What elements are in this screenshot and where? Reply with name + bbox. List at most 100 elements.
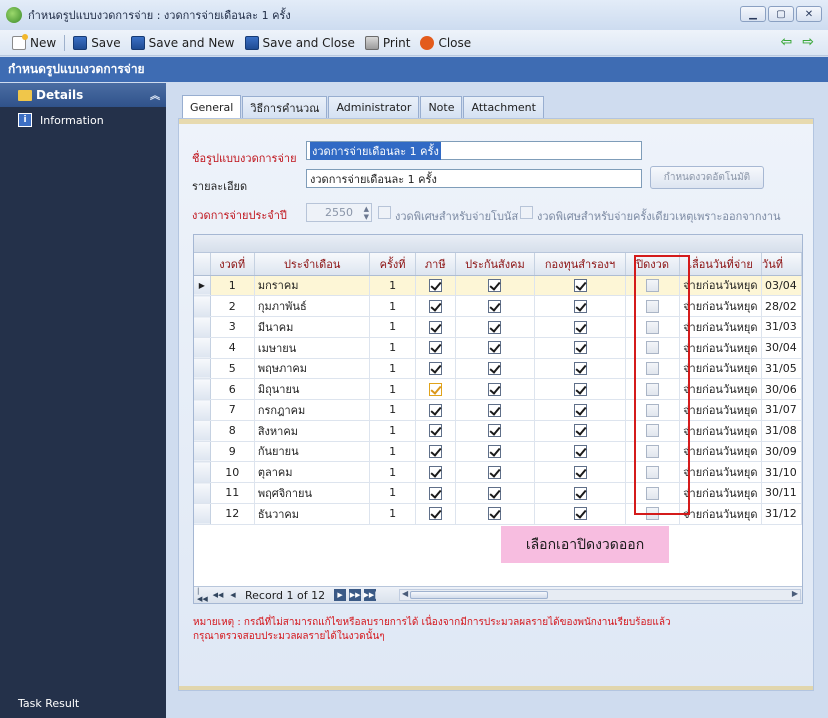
column-header[interactable]: ภาษี [415,253,456,276]
provident-fund-checkbox[interactable] [573,320,587,334]
table-row[interactable]: 2 กุมภาพันธ์ 1 จ่ายก่อนวันหยุด 28/02 [194,295,802,317]
provident-fund-checkbox[interactable] [573,403,587,417]
cell-times[interactable]: 1 [369,399,416,421]
provident-fund-checkbox[interactable] [573,445,587,459]
tab-attachment[interactable]: Attachment [463,96,544,118]
social-security-checkbox[interactable] [488,299,502,313]
cell-social-security[interactable] [455,316,536,338]
cell-social-security[interactable] [455,399,536,421]
cell-period-no[interactable]: 6 [210,378,255,400]
description-input[interactable]: งวดการจ่ายเดือนละ 1 ครั้ง [306,169,642,188]
cell-shift-pay-date[interactable]: จ่ายก่อนวันหยุด [679,441,763,463]
cell-shift-pay-date[interactable]: จ่ายก่อนวันหยุด [679,358,763,380]
cell-tax[interactable] [415,337,456,359]
cell-tax[interactable] [415,420,456,442]
sidebar-section-details[interactable]: Details ︽ [0,83,166,107]
table-row[interactable]: ▶ 1 มกราคม 1 จ่ายก่อนวันหยุด 03/04 [194,275,802,297]
cell-shift-pay-date[interactable]: จ่ายก่อนวันหยุด [679,482,763,504]
cell-tax[interactable] [415,461,456,483]
cell-social-security[interactable] [455,482,536,504]
cell-month[interactable]: พฤษภาคม [254,358,371,380]
column-header[interactable]: กองทุนสำรองฯ [534,253,627,276]
column-header[interactable]: ประจำเดือน [254,253,371,276]
tax-checkbox[interactable] [428,362,442,376]
table-row[interactable]: 8 สิงหาคม 1 จ่ายก่อนวันหยุด 31/08 [194,420,802,442]
tax-checkbox[interactable] [428,486,442,500]
save-and-new-button[interactable]: Save and New [130,32,235,54]
cell-tax[interactable] [415,482,456,504]
provident-fund-checkbox[interactable] [573,299,587,313]
column-header[interactable]: งวดที่ [210,253,255,276]
cell-times[interactable]: 1 [369,316,416,338]
tab-general[interactable]: General [182,95,242,119]
cell-social-security[interactable] [455,337,536,359]
cell-period-no[interactable]: 8 [210,420,255,442]
cell-social-security[interactable] [455,420,536,442]
cell-month[interactable]: พฤศจิกายน [254,482,371,504]
cell-provident-fund[interactable] [534,482,627,504]
cell-times[interactable]: 1 [369,358,416,380]
cell-tax[interactable] [415,295,456,317]
provident-fund-checkbox[interactable] [573,341,587,355]
cell-tax[interactable] [415,503,456,525]
cell-period-no[interactable]: 12 [210,503,255,525]
cell-period-no[interactable]: 1 [210,275,255,297]
cell-shift-pay-date[interactable]: จ่ายก่อนวันหยุด [679,316,763,338]
cell-provident-fund[interactable] [534,316,627,338]
cell-shift-pay-date[interactable]: จ่ายก่อนวันหยุด [679,337,763,359]
last-record-icon[interactable]: ▶▶| [364,589,377,601]
social-security-checkbox[interactable] [488,445,502,459]
cell-shift-pay-date[interactable]: จ่ายก่อนวันหยุด [679,503,763,525]
cell-social-security[interactable] [455,358,536,380]
cell-provident-fund[interactable] [534,275,627,297]
social-security-checkbox[interactable] [488,465,502,479]
table-row[interactable]: 5 พฤษภาคม 1 จ่ายก่อนวันหยุด 31/05 [194,358,802,380]
cell-date[interactable]: 28/02 [761,295,802,317]
name-input[interactable]: งวดการจ่ายเดือนละ 1 ครั้ง [306,141,642,160]
column-header[interactable]: วันที่ [761,253,802,276]
provident-fund-checkbox[interactable] [573,382,587,396]
table-row[interactable]: 3 มีนาคม 1 จ่ายก่อนวันหยุด 31/03 [194,316,802,338]
table-row[interactable]: 9 กันยายน 1 จ่ายก่อนวันหยุด 30/09 [194,441,802,463]
cell-tax[interactable] [415,275,456,297]
cell-period-no[interactable]: 9 [210,441,255,463]
cell-tax[interactable] [415,378,456,400]
scrollbar-thumb[interactable] [410,591,548,599]
close-button[interactable]: Close [420,32,471,54]
tax-checkbox[interactable] [428,424,442,438]
cell-month[interactable]: ตุลาคม [254,461,371,483]
cell-provident-fund[interactable] [534,378,627,400]
social-security-checkbox[interactable] [488,279,502,293]
cell-shift-pay-date[interactable]: จ่ายก่อนวันหยุด [679,295,763,317]
minimize-icon[interactable]: ▁ [740,6,766,22]
cell-social-security[interactable] [455,275,536,297]
provident-fund-checkbox[interactable] [573,362,587,376]
spinner-arrows-icon[interactable]: ▲ ▼ [364,205,369,221]
cell-date[interactable]: 30/06 [761,378,802,400]
cell-month[interactable]: สิงหาคม [254,420,371,442]
social-security-checkbox[interactable] [488,507,502,521]
provident-fund-checkbox[interactable] [573,465,587,479]
cell-social-security[interactable] [455,503,536,525]
save-and-close-button[interactable]: Save and Close [244,32,355,54]
provident-fund-checkbox[interactable] [573,279,587,293]
table-row[interactable]: 6 มิถุนายน 1 จ่ายก่อนวันหยุด 30/06 [194,378,802,400]
scroll-right-icon[interactable]: ▶ [792,589,798,598]
cell-date[interactable]: 03/04 [761,275,802,297]
cell-shift-pay-date[interactable]: จ่ายก่อนวันหยุด [679,461,763,483]
cell-times[interactable]: 1 [369,482,416,504]
column-header[interactable]: ครั้งที่ [369,253,416,276]
column-header[interactable]: ประกันสังคม [455,253,536,276]
cell-social-security[interactable] [455,295,536,317]
tax-checkbox[interactable] [428,445,442,459]
table-row[interactable]: 4 เมษายน 1 จ่ายก่อนวันหยุด 30/04 [194,337,802,359]
cell-social-security[interactable] [455,461,536,483]
social-security-checkbox[interactable] [488,424,502,438]
collapse-icon[interactable]: ︽ [150,87,160,102]
tax-checkbox[interactable] [428,465,442,479]
arrow-right-icon[interactable]: ⇨ [802,34,814,50]
prev-page-icon[interactable]: ◀◀ [212,589,224,601]
next-record-icon[interactable]: ▶ [334,589,347,601]
cell-tax[interactable] [415,399,456,421]
tax-checkbox[interactable] [428,299,442,313]
